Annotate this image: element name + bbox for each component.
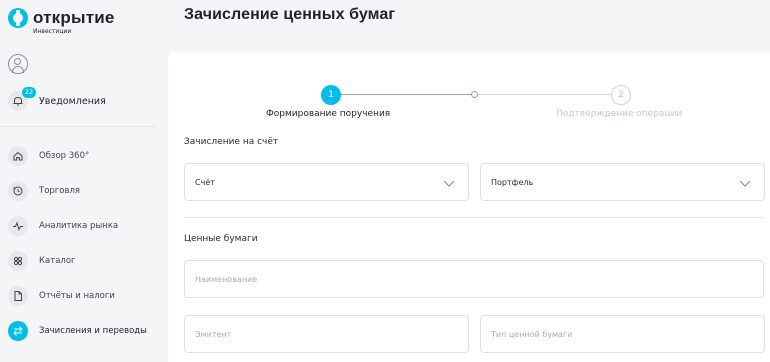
notification-badge: 22 [22,87,36,98]
trade-icon [8,180,28,201]
account-section-title: Зачисление на счёт [184,137,279,147]
sidebar-item-reports[interactable]: Отчёты и налоги [0,278,168,313]
sidebar-item-label: Торговля [39,185,81,196]
page-title: Зачисление ценных бумаг [184,6,396,23]
sidebar-item-overview[interactable]: Обзор 360° [0,138,168,173]
issuer-field[interactable]: Эмитент [184,315,469,353]
transfer-icon [8,320,28,341]
brand-logo[interactable]: открытие [8,8,115,28]
section-divider [184,217,764,218]
document-icon [8,285,28,306]
account-select-value: Счёт [195,178,215,187]
step-2-label: Подтверждение операции [556,109,683,119]
securities-section-title: Ценные бумаги [184,234,258,244]
sidebar-divider [0,126,155,127]
portfolio-select[interactable]: Портфель [480,163,765,201]
security-type-field[interactable]: Тип ценной бумаги [480,315,765,353]
logo-icon [8,8,28,28]
chevron-down-icon [739,180,751,187]
notifications-label: Уведомления [39,95,106,107]
sidebar-nav: Обзор 360° Торговля Аналитика рынка Ката… [0,138,168,348]
sidebar-item-label: Каталог [39,255,76,266]
account-select[interactable]: Счёт [184,163,469,201]
sidebar-item-label: Отчёты и налоги [39,290,115,301]
brand-subtitle: Инвестиции [33,28,72,35]
sidebar-item-label: Зачисления и переводы [39,325,147,336]
stepper-line-pending [474,94,611,95]
pulse-icon [8,215,28,236]
stepper-mid-dot [471,91,478,98]
brand-name: открытие [33,8,115,27]
sidebar-item-trading[interactable]: Торговля [0,173,168,208]
grid-icon [8,250,28,271]
sidebar-item-catalog[interactable]: Каталог [0,243,168,278]
security-name-placeholder: Наименование [195,275,258,284]
stepper-line-done [341,94,474,95]
sidebar: открытие Инвестиции 22 Уведомления Обзор… [0,0,168,362]
sidebar-item-transfers[interactable]: Зачисления и переводы [0,313,168,348]
sidebar-item-label: Обзор 360° [39,150,90,161]
step-2-indicator: 2 [611,85,631,105]
chevron-down-icon [443,180,455,187]
notifications-item[interactable]: 22 Уведомления [8,87,158,112]
issuer-placeholder: Эмитент [195,330,232,339]
step-1-label: Формирование поручения [266,109,391,119]
security-name-field[interactable]: Наименование [184,260,764,298]
avatar-icon[interactable] [8,54,28,74]
security-type-placeholder: Тип ценной бумаги [491,330,573,339]
home-icon [8,145,28,166]
bell-icon: 22 [8,87,36,111]
sidebar-item-analytics[interactable]: Аналитика рынка [0,208,168,243]
portfolio-select-value: Портфель [491,178,534,187]
step-1-indicator: 1 [321,85,341,105]
sidebar-item-label: Аналитика рынка [39,220,119,231]
